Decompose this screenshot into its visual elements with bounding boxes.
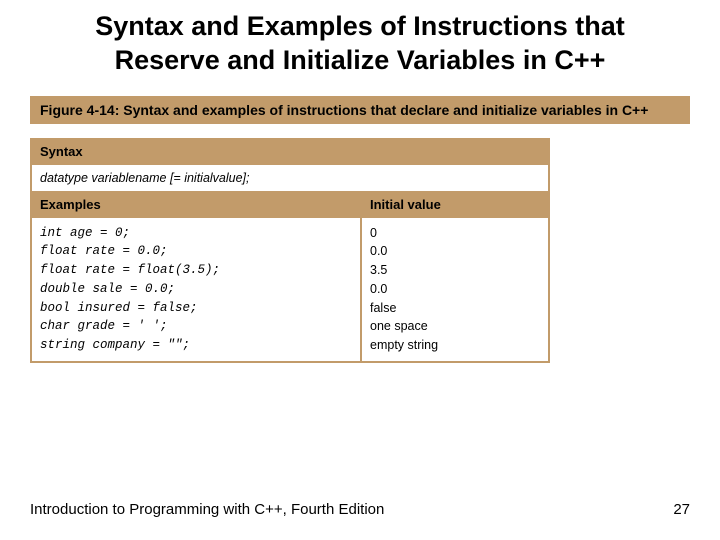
header-examples: Examples Initial value bbox=[32, 191, 548, 216]
header-syntax-label: Syntax bbox=[32, 140, 548, 163]
code-line: char grade = ' '; bbox=[40, 317, 352, 336]
syntax-row: datatype variablename [= initialvalue]; bbox=[32, 163, 548, 191]
code-line: string company = ""; bbox=[40, 336, 352, 355]
syntax-text: datatype variablename [= initialvalue]; bbox=[32, 165, 548, 191]
value-line: 0.0 bbox=[370, 280, 540, 299]
examples-value-column: 0 0.0 3.5 0.0 false one space empty stri… bbox=[362, 218, 548, 361]
code-line: float rate = 0.0; bbox=[40, 242, 352, 261]
header-examples-label: Examples bbox=[32, 193, 362, 216]
footer-text: Introduction to Programming with C++, Fo… bbox=[30, 501, 384, 518]
code-line: float rate = float(3.5); bbox=[40, 261, 352, 280]
value-line: 3.5 bbox=[370, 261, 540, 280]
code-line: double sale = 0.0; bbox=[40, 280, 352, 299]
slide-footer: Introduction to Programming with C++, Fo… bbox=[30, 501, 690, 518]
value-line: empty string bbox=[370, 336, 540, 355]
syntax-table: Syntax datatype variablename [= initialv… bbox=[30, 138, 550, 363]
code-line: int age = 0; bbox=[40, 224, 352, 243]
code-line: bool insured = false; bbox=[40, 299, 352, 318]
value-line: one space bbox=[370, 317, 540, 336]
page-number: 27 bbox=[673, 501, 690, 518]
slide: Syntax and Examples of Instructions that… bbox=[0, 0, 720, 540]
examples-code-column: int age = 0; float rate = 0.0; float rat… bbox=[32, 218, 362, 361]
examples-row: int age = 0; float rate = 0.0; float rat… bbox=[32, 216, 548, 361]
value-line: false bbox=[370, 299, 540, 318]
value-line: 0 bbox=[370, 224, 540, 243]
header-initial-value-label: Initial value bbox=[362, 193, 548, 216]
slide-title: Syntax and Examples of Instructions that… bbox=[30, 10, 690, 78]
value-line: 0.0 bbox=[370, 242, 540, 261]
header-syntax: Syntax bbox=[32, 140, 548, 163]
figure-caption: Figure 4-14: Syntax and examples of inst… bbox=[30, 96, 690, 124]
